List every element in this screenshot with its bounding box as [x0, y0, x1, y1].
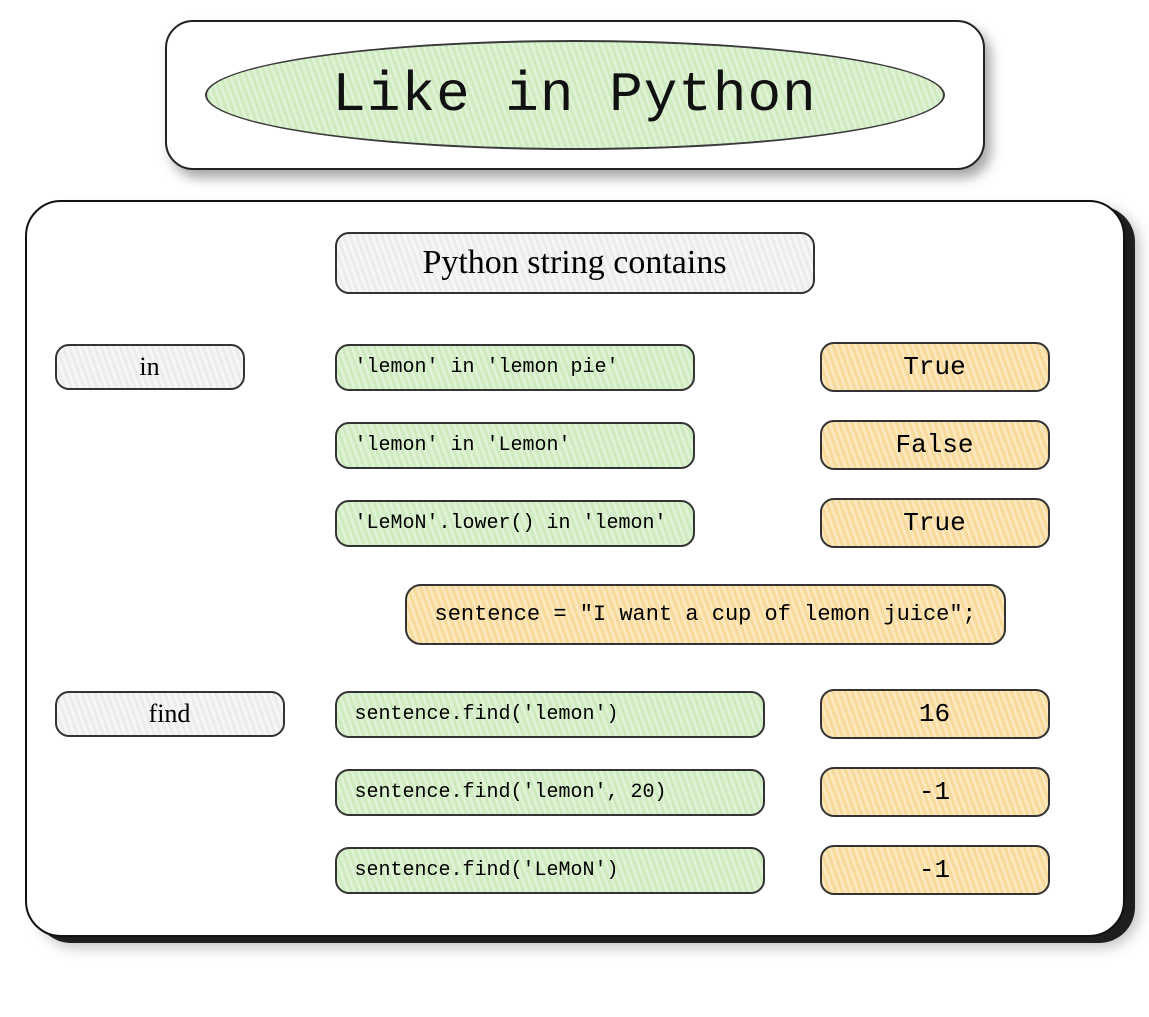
label-find: find: [55, 691, 285, 737]
header-ellipse: Like in Python: [205, 40, 945, 150]
code-in-2: 'lemon' in 'Lemon': [335, 422, 695, 469]
code-in-3: 'LeMoN'.lower() in 'lemon': [335, 500, 695, 547]
main-panel: Python string contains in 'lemon' in 'le…: [25, 200, 1125, 937]
result-find-2: -1: [820, 767, 1050, 817]
result-in-1: True: [820, 342, 1050, 392]
code-find-1: sentence.find('lemon'): [335, 691, 765, 738]
code-in-1: 'lemon' in 'lemon pie': [335, 344, 695, 391]
row-find-1: find sentence.find('lemon') 16: [55, 689, 1095, 739]
result-in-3: True: [820, 498, 1050, 548]
code-find-2: sentence.find('lemon', 20): [335, 769, 765, 816]
header-card: Like in Python: [165, 20, 985, 170]
result-find-1: 16: [820, 689, 1050, 739]
row-find-3: sentence.find('LeMoN') -1: [55, 845, 1095, 895]
row-in-1: in 'lemon' in 'lemon pie' True: [55, 342, 1095, 392]
row-in-2: 'lemon' in 'Lemon' False: [55, 420, 1095, 470]
code-find-3: sentence.find('LeMoN'): [335, 847, 765, 894]
label-in: in: [55, 344, 245, 390]
page-title: Like in Python: [332, 63, 816, 127]
subtitle: Python string contains: [335, 232, 815, 294]
result-find-3: -1: [820, 845, 1050, 895]
row-find-2: sentence.find('lemon', 20) -1: [55, 767, 1095, 817]
sentence-declaration: sentence = "I want a cup of lemon juice"…: [405, 584, 1006, 645]
sentence-row: sentence = "I want a cup of lemon juice"…: [55, 584, 1095, 645]
result-in-2: False: [820, 420, 1050, 470]
row-in-3: 'LeMoN'.lower() in 'lemon' True: [55, 498, 1095, 548]
